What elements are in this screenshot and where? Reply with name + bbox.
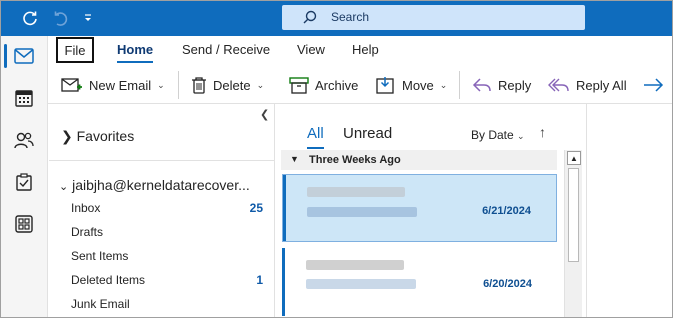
group-header[interactable]: ▼ Three Weeks Ago [281, 150, 557, 170]
folder-sent-items[interactable]: Sent Items [71, 249, 267, 263]
scroll-up-icon[interactable]: ▲ [567, 151, 581, 165]
sync-icon[interactable] [20, 8, 40, 28]
message-list: All Unread By Date ⌄ ↑ ▼ Three Weeks Ago… [281, 104, 584, 318]
account-group[interactable]: ⌄ jaibjha@kerneldatarecover... [59, 177, 250, 193]
sender-redacted [307, 187, 405, 197]
chevron-down-icon[interactable]: ⌄ [440, 80, 448, 91]
unread-indicator [282, 248, 285, 316]
archive-button[interactable]: Archive [289, 73, 358, 97]
sort-direction-icon[interactable]: ↑ [539, 124, 546, 140]
new-email-button[interactable]: New Email ⌄ [61, 73, 165, 97]
reply-all-icon [548, 78, 569, 92]
search-icon [303, 10, 317, 24]
title-bar: Search [0, 0, 673, 36]
tab-view[interactable]: View [297, 42, 325, 57]
move-label: Move [402, 77, 434, 93]
tasks-icon[interactable] [0, 164, 48, 200]
filter-unread[interactable]: Unread [343, 125, 392, 142]
chevron-down-icon: ▼ [290, 154, 299, 164]
folder-label: Deleted Items [71, 273, 146, 287]
chevron-down-icon[interactable]: ⌄ [257, 80, 265, 91]
group-label: Three Weeks Ago [309, 154, 401, 166]
reply-icon [472, 78, 491, 92]
delete-button[interactable]: Delete ⌄ [191, 73, 264, 97]
message-item-selected[interactable]: 6/21/2024 [282, 174, 557, 242]
search-box[interactable]: Search [282, 5, 585, 30]
chevron-right-icon: ❯ [61, 128, 73, 144]
message-date: 6/21/2024 [482, 205, 531, 217]
folder-pane: ❮ ❯ Favorites ⌄ jaibjha@kerneldatarecove… [49, 104, 275, 318]
chevron-down-icon[interactable]: ⌄ [157, 80, 165, 91]
filter-all[interactable]: All [307, 125, 324, 149]
calendar-icon[interactable] [0, 80, 48, 116]
folder-label: Junk Email [71, 297, 130, 311]
folder-label: Sent Items [71, 249, 129, 263]
folder-deleted-items[interactable]: Deleted Items 1 [71, 273, 267, 287]
selection-indicator [283, 175, 286, 241]
favorites-label: Favorites [76, 128, 135, 144]
archive-label: Archive [315, 77, 359, 93]
unread-count: 25 [249, 201, 263, 215]
chevron-down-icon: ⌄ [59, 181, 69, 193]
archive-icon [289, 77, 309, 94]
collapse-pane-icon[interactable]: ❮ [260, 108, 269, 121]
folder-junk-email[interactable]: Junk Email [71, 297, 267, 311]
reply-button[interactable]: Reply [472, 73, 531, 97]
reply-label: Reply [498, 77, 532, 93]
search-placeholder: Search [331, 10, 370, 24]
toolbar-divider [459, 71, 460, 99]
folder-drafts[interactable]: Drafts [71, 225, 267, 239]
apps-icon[interactable] [0, 206, 48, 242]
undo-icon[interactable] [50, 8, 70, 28]
nav-rail [0, 36, 48, 318]
sort-label: By Date [471, 128, 514, 142]
forward-button[interactable] [643, 73, 665, 97]
folder-inbox[interactable]: Inbox 25 [71, 201, 267, 215]
customize-qat-icon[interactable] [78, 8, 98, 28]
message-item[interactable]: 6/20/2024 [282, 248, 557, 316]
tab-file[interactable]: File [56, 37, 94, 63]
new-email-icon [61, 78, 82, 92]
ribbon-toolbar: New Email ⌄ Delete ⌄ Archive Move ⌄ Repl… [48, 66, 673, 104]
tab-home[interactable]: Home [117, 42, 154, 63]
reading-pane [586, 104, 673, 318]
tab-send-receive[interactable]: Send / Receive [182, 42, 270, 57]
message-date: 6/20/2024 [483, 278, 532, 290]
divider [49, 160, 275, 161]
scrollbar[interactable]: ▲ [564, 150, 582, 318]
reply-all-button[interactable]: Reply All [548, 73, 627, 97]
tab-help[interactable]: Help [352, 42, 379, 57]
scrollbar-thumb[interactable] [568, 168, 579, 262]
ribbon-tabs: File Home Send / Receive View Help [48, 36, 673, 64]
folder-label: Drafts [71, 225, 104, 239]
people-icon[interactable] [0, 122, 48, 158]
folder-label: Inbox [71, 201, 101, 215]
subject-redacted [307, 207, 417, 217]
mail-icon[interactable] [0, 38, 48, 74]
account-label: jaibjha@kerneldatarecover... [72, 177, 250, 193]
delete-label: Delete [213, 77, 251, 93]
move-button[interactable]: Move ⌄ [376, 73, 447, 97]
move-folder-icon [376, 77, 394, 94]
trash-icon [192, 77, 206, 94]
chevron-down-icon: ⌄ [517, 131, 525, 141]
sender-redacted [306, 260, 404, 270]
reply-all-label: Reply All [576, 77, 627, 93]
favorites-group[interactable]: ❯ Favorites [61, 128, 134, 145]
forward-icon [644, 78, 664, 92]
new-email-label: New Email [89, 77, 152, 93]
toolbar-divider [178, 71, 179, 99]
unread-count: 1 [256, 273, 263, 287]
subject-redacted [306, 279, 416, 289]
sort-dropdown[interactable]: By Date ⌄ [471, 128, 525, 142]
